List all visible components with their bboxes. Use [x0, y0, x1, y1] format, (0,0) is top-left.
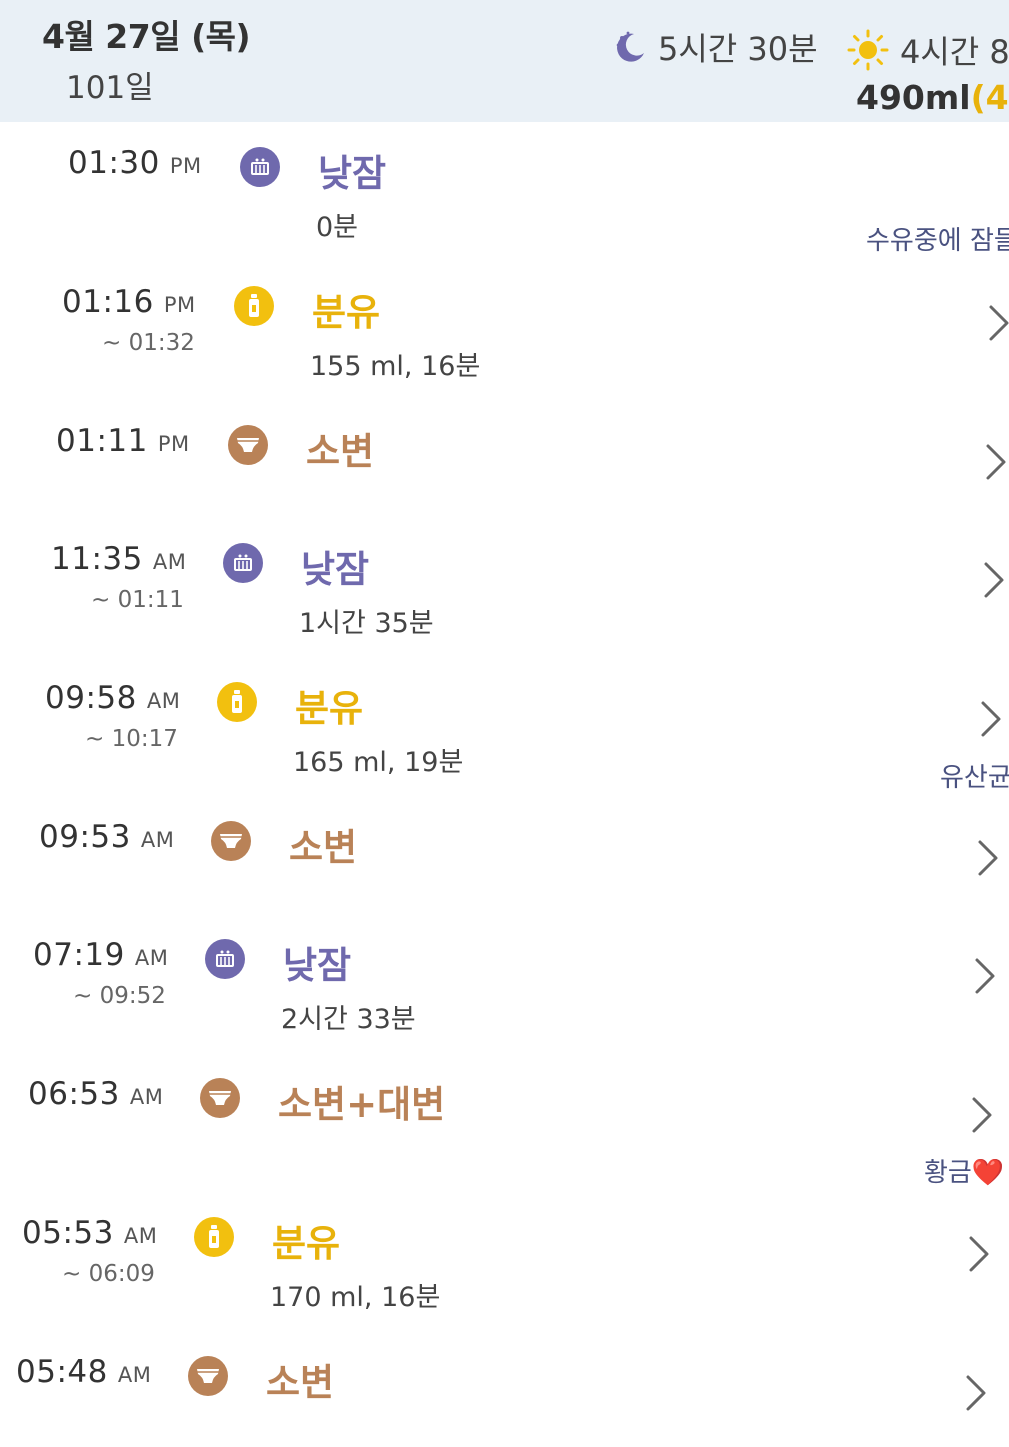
entry-time-value: 07:19 [33, 937, 125, 973]
entry-start-time: 05:48 AM [16, 1354, 151, 1390]
entry-end-time: ~ 10:17 [85, 726, 178, 752]
sleep-icon [240, 147, 280, 187]
entry-detail: 170 ml, 16분 [270, 1282, 441, 1313]
chevron-right-icon[interactable] [979, 700, 1003, 738]
timeline-entry[interactable]: 07:19 AM ~ 09:52 낮잠 2시간 33분 [0, 937, 1009, 1067]
entry-time-value: 06:53 [28, 1076, 120, 1112]
entry-end-time: ~ 01:11 [91, 587, 184, 613]
entry-start-time: 01:11 PM [56, 423, 190, 459]
timeline-entry[interactable]: 09:53 AM 소변 [0, 819, 1009, 949]
timeline-entry[interactable]: 11:35 AM ~ 01:11 낮잠 1시간 35분 [0, 541, 1009, 671]
chevron-right-icon[interactable] [973, 957, 997, 995]
entry-ampm: PM [163, 293, 196, 317]
entry-detail: 1시간 35분 [299, 608, 434, 639]
entry-memo: 수유중에 잠들 [866, 226, 1009, 256]
entry-ampm: AM [140, 828, 175, 852]
entry-time-value: 09:53 [39, 819, 131, 855]
summary-header: 4월 27일 (목) 101일 5시간 30분 4시간 8 490ml(49 [0, 0, 1009, 122]
entry-time-value: 05:48 [16, 1354, 108, 1390]
bottle-icon [234, 286, 274, 326]
day-sleep-summary: 4시간 8 [846, 27, 1009, 73]
entry-title: 낮잠 [318, 152, 387, 195]
timeline-entry[interactable]: 01:11 PM 소변 [0, 423, 1009, 553]
entry-title: 낮잠 [283, 944, 352, 987]
entry-title: 소변+대변 [278, 1083, 446, 1126]
baby-day-count: 101일 [66, 70, 154, 106]
moon-icon [616, 31, 644, 62]
total-amount-paren: (49 [970, 78, 1009, 117]
sleep-icon [205, 939, 245, 979]
entry-start-time: 07:19 AM [33, 937, 168, 973]
sun-icon [847, 29, 889, 71]
chevron-right-icon[interactable] [984, 443, 1008, 481]
entry-start-time: 01:16 PM [62, 284, 196, 320]
entry-start-time: 09:58 AM [45, 680, 180, 716]
entry-time-value: 01:11 [56, 423, 148, 459]
timeline-entry[interactable]: 05:48 AM 소변 [0, 1354, 1009, 1447]
entry-start-time: 01:30 PM [68, 145, 202, 181]
entry-ampm: PM [157, 432, 190, 456]
entry-ampm: PM [169, 154, 202, 178]
entry-start-time: 05:53 AM [22, 1215, 157, 1251]
entry-end-time: ~ 01:32 [102, 330, 195, 356]
entry-time-value: 01:30 [68, 145, 160, 181]
total-amount-value: 490ml [856, 78, 971, 117]
entry-title: 분유 [272, 1222, 341, 1265]
timeline-entry[interactable]: 01:16 PM ~ 01:32 분유 155 ml, 16분 [0, 284, 1009, 414]
entry-start-time: 06:53 AM [28, 1076, 163, 1112]
timeline-entry[interactable]: 09:58 AM ~ 10:17 분유 165 ml, 19분 [0, 680, 1009, 810]
entry-start-time: 09:53 AM [39, 819, 174, 855]
entry-detail: 165 ml, 19분 [293, 747, 464, 778]
day-sleep-value: 4시간 8 [900, 33, 1009, 71]
entry-title: 소변 [306, 430, 375, 473]
entry-memo: 유산균 [940, 763, 1009, 793]
night-sleep-summary: 5시간 30분 [612, 24, 818, 70]
diaper-icon [228, 425, 268, 465]
entry-detail: 155 ml, 16분 [310, 351, 481, 382]
entry-end-time: ~ 06:09 [62, 1261, 155, 1287]
chevron-right-icon[interactable] [964, 1374, 988, 1412]
timeline-entry[interactable]: 06:53 AM 소변+대변 [0, 1076, 1009, 1206]
chevron-right-icon[interactable] [982, 561, 1006, 599]
entry-title: 분유 [295, 687, 364, 730]
date-title[interactable]: 4월 27일 (목) [42, 10, 251, 58]
entry-title: 낮잠 [301, 548, 370, 591]
entry-detail: 0분 [316, 212, 359, 243]
entry-time-value: 05:53 [22, 1215, 114, 1251]
entry-detail: 2시간 33분 [281, 1004, 416, 1035]
diaper-icon [188, 1356, 228, 1396]
entry-ampm: AM [117, 1363, 152, 1387]
chevron-right-icon[interactable] [987, 304, 1009, 342]
entry-time-value: 11:35 [51, 541, 143, 577]
entry-ampm: AM [129, 1085, 164, 1109]
sleep-icon [223, 543, 263, 583]
diaper-icon [211, 821, 251, 861]
bottle-icon [194, 1217, 234, 1257]
entry-title: 소변 [289, 826, 358, 869]
entry-title: 분유 [312, 291, 381, 334]
chevron-right-icon[interactable] [970, 1096, 994, 1134]
bottle-icon [217, 682, 257, 722]
entry-time-value: 01:16 [62, 284, 154, 320]
entry-end-time: ~ 09:52 [73, 983, 166, 1009]
entry-ampm: AM [146, 689, 181, 713]
chevron-right-icon[interactable] [967, 1235, 991, 1273]
entry-ampm: AM [123, 1224, 158, 1248]
timeline-entry[interactable]: 05:53 AM ~ 06:09 분유 170 ml, 16분 [0, 1215, 1009, 1345]
entry-time-value: 09:58 [45, 680, 137, 716]
timeline-entry[interactable]: 01:30 PM 낮잠 0분 [0, 145, 1009, 275]
entry-title: 소변 [266, 1361, 335, 1404]
chevron-right-icon[interactable] [976, 839, 1000, 877]
entry-ampm: AM [152, 550, 187, 574]
entry-start-time: 11:35 AM [51, 541, 186, 577]
night-sleep-value: 5시간 30분 [658, 30, 818, 68]
entry-memo: 황금❤️ [924, 1158, 1005, 1188]
diaper-icon [200, 1078, 240, 1118]
total-feeding-amount: 490ml(49 [856, 78, 1009, 117]
entry-ampm: AM [134, 946, 169, 970]
